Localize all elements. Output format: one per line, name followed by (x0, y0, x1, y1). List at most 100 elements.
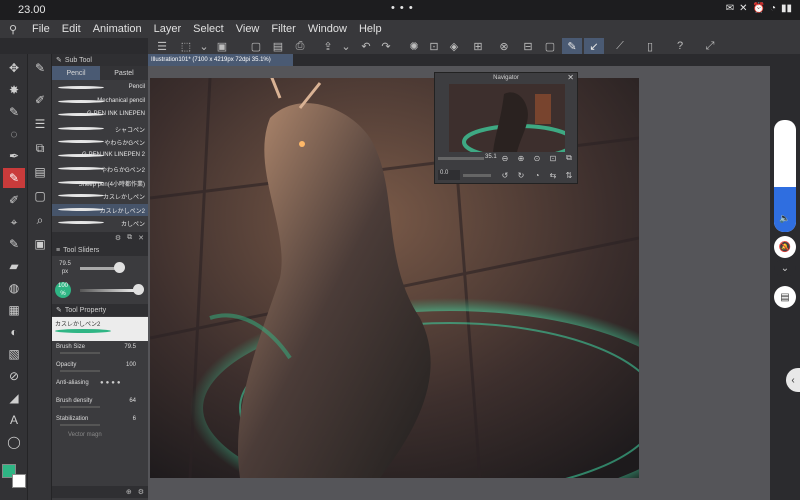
flip-vertical-icon[interactable]: ⇅ (563, 170, 575, 180)
menu-help[interactable]: Help (353, 23, 388, 35)
invert-selection-icon[interactable]: ⊗ (494, 38, 514, 54)
menu-select[interactable]: Select (187, 23, 230, 35)
collapse-button[interactable]: ⌄ (774, 260, 796, 276)
camera-icon[interactable]: ▣ (212, 38, 232, 54)
snap-grid-icon[interactable]: ⟋ (610, 38, 630, 54)
canvas-tab[interactable]: Illustration101* (7100 x 4219px 72dpi 35… (148, 54, 293, 66)
wrench-settings-icon[interactable]: ⚙ (138, 488, 144, 496)
pencil-group-icon[interactable]: ✎ (29, 58, 51, 78)
hamburger-menu-icon[interactable]: ☰ (152, 38, 172, 54)
fullscreen-icon[interactable]: ⤢ (700, 38, 720, 54)
rotate-value[interactable]: 0.0 (438, 170, 460, 180)
snap-ruler-icon[interactable]: ✎ (562, 38, 582, 54)
brush-tool-icon[interactable]: ✐ (3, 190, 25, 210)
balloon-tool-icon[interactable]: ◯ (3, 432, 25, 452)
menu-animation[interactable]: Animation (87, 23, 148, 35)
actual-size-icon[interactable]: ⊙ (531, 153, 543, 163)
menu-view[interactable]: View (230, 23, 266, 35)
chevron-down-icon[interactable]: ⌄ (194, 38, 214, 54)
mute-toggle-button[interactable]: 🔕 (774, 236, 796, 258)
fill-icon[interactable]: ◈ (444, 38, 464, 54)
folder-icon[interactable]: ▣ (29, 234, 51, 254)
size-slider-knob[interactable] (114, 262, 125, 273)
zoom-slider[interactable] (438, 157, 484, 160)
redo-icon[interactable]: ↷ (376, 38, 396, 54)
frame-tool-icon[interactable]: ⊘ (3, 366, 25, 386)
brush-item[interactable]: G-PEN INK LINEPEN (52, 109, 148, 121)
copy-group-icon[interactable]: ⧉ (29, 138, 51, 158)
pencil-tool-icon[interactable]: ✎ (3, 168, 25, 188)
brush-item[interactable]: カスレかしペン2 (52, 203, 148, 216)
text-tool-icon[interactable]: A (3, 410, 25, 430)
tab-pencil[interactable]: Pencil (52, 66, 100, 80)
anti-aliasing-row[interactable]: Anti-aliasing ●●●● (56, 380, 146, 392)
settings-group-icon[interactable]: ☰ (29, 114, 51, 134)
snap-special-ruler-icon[interactable]: ↙ (584, 38, 604, 54)
tab-pastel[interactable]: Pastel (100, 66, 148, 80)
menu-edit[interactable]: Edit (56, 23, 87, 35)
new-file-icon[interactable]: ▢ (246, 38, 266, 54)
auto-select-tool-icon[interactable]: ✸ (3, 80, 25, 100)
help-icon[interactable]: ? (670, 38, 690, 54)
blend-tool-icon[interactable]: ◍ (3, 278, 25, 298)
brush-item[interactable]: やわらかGペン2 (52, 163, 148, 175)
copy-icon[interactable]: ⧉ (127, 234, 132, 242)
opacity-slider-track[interactable] (80, 289, 136, 292)
zoom-in-icon[interactable]: ⊕ (515, 153, 527, 163)
brush-item[interactable]: カスレかしペン (52, 190, 148, 202)
info-icon[interactable]: ⊕ (126, 488, 132, 496)
brush-item[interactable]: やわらかGペン (52, 136, 148, 148)
brush-density-row[interactable]: Brush density 64 (56, 398, 146, 410)
fit-view-icon[interactable]: ⊡ (547, 153, 559, 163)
open-file-icon[interactable]: ▤ (268, 38, 288, 54)
share-icon[interactable]: ⇪ (318, 38, 338, 54)
crop-icon[interactable]: ⊟ (518, 38, 538, 54)
figure-tool-icon[interactable]: ▧ (3, 344, 25, 364)
menu-filter[interactable]: Filter (265, 23, 301, 35)
delete-icon[interactable]: ✕ (138, 234, 144, 242)
rotate-right-icon[interactable]: ↻ (515, 170, 527, 180)
app-logo-icon[interactable]: ⚲ (0, 23, 26, 36)
airbrush-tool-icon[interactable]: ⌖ (3, 212, 25, 232)
opacity-slider-knob[interactable] (133, 284, 144, 295)
search-icon[interactable]: ⌕ (29, 210, 51, 230)
pen-tool-icon[interactable]: ✒ (3, 146, 25, 166)
rotate-slider[interactable] (463, 174, 491, 177)
opacity-row[interactable]: Opacity 100 (56, 362, 146, 374)
brush-item[interactable]: シャコペン (52, 123, 148, 135)
hide-selection-icon[interactable]: ⊞ (468, 38, 488, 54)
flip-horizontal-icon[interactable]: ⇆ (547, 170, 559, 180)
layer-group-icon[interactable]: ▤ (29, 162, 51, 182)
eyedropper-tool-icon[interactable]: ✎ (3, 102, 25, 122)
ruler-tool-icon[interactable]: ◢ (3, 388, 25, 408)
deselect-icon[interactable]: ▢ (540, 38, 560, 54)
chevron-down-icon[interactable]: ⌄ (336, 38, 356, 54)
move-tool-icon[interactable]: ✥ (3, 58, 25, 78)
decoration-tool-icon[interactable]: ✎ (3, 234, 25, 254)
settings-icon[interactable]: ⚙ (115, 234, 121, 242)
brush-item[interactable]: Mechanical pencil (52, 96, 148, 108)
lasso-tool-icon[interactable]: ◌ (3, 124, 25, 144)
menu-file[interactable]: File (26, 23, 56, 35)
volume-slider[interactable]: 🔈 (774, 120, 796, 232)
brush-item[interactable]: G-PEN INK LINEPEN 2 (52, 150, 148, 162)
fit-canvas-icon[interactable]: ⧉ (563, 153, 575, 163)
stabilization-row[interactable]: Stabilization 6 (56, 416, 146, 428)
brush-size-row[interactable]: Brush Size 79.5 (56, 344, 146, 356)
transform-icon[interactable]: ⬚ (176, 38, 196, 54)
reset-rotation-icon[interactable]: ◔ (531, 170, 543, 180)
save-icon[interactable]: ⎙ (290, 38, 310, 54)
close-icon[interactable]: ✕ (567, 73, 574, 82)
brush-group-icon[interactable]: ✐ (29, 90, 51, 110)
zoom-out-icon[interactable]: ⊖ (499, 153, 511, 163)
eraser-tool-icon[interactable]: ▰ (3, 256, 25, 276)
vector-magnet-row[interactable]: Vector magn (56, 432, 146, 444)
gradient-tool-icon[interactable]: ◐ (3, 322, 25, 342)
menu-window[interactable]: Window (302, 23, 353, 35)
rotate-left-icon[interactable]: ↺ (499, 170, 511, 180)
brush-item[interactable]: カしペン (52, 217, 148, 229)
loading-icon[interactable]: ✺ (404, 38, 424, 54)
sub-color-swatch[interactable] (12, 474, 26, 488)
more-dots[interactable]: • • • (391, 2, 414, 14)
brush-item[interactable]: Sheep pen(4小時都作業) (52, 177, 148, 189)
